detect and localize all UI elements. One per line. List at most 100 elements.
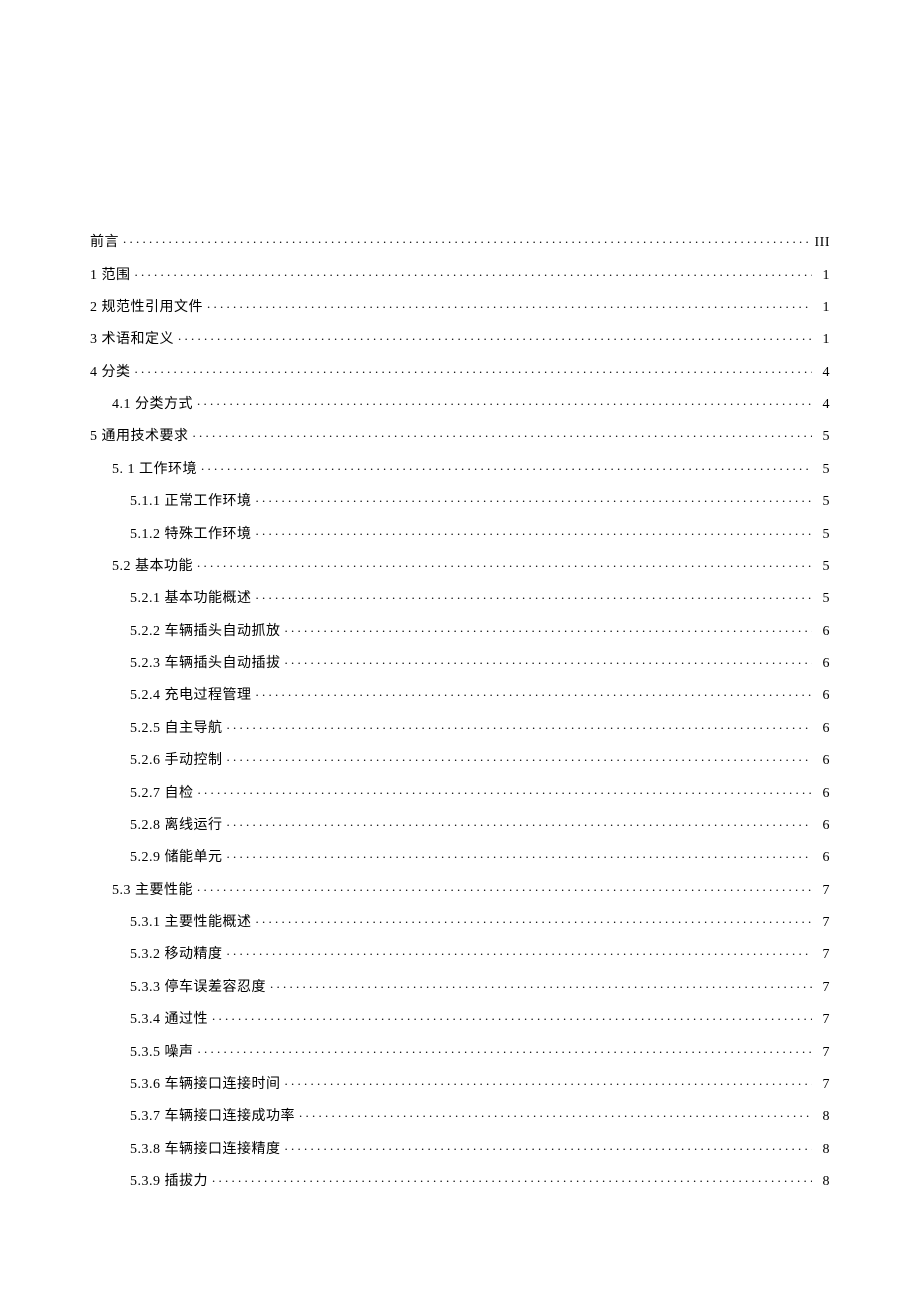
toc-entry-page: 1 bbox=[816, 301, 830, 315]
toc-entry: 5.3 主要性能 7 bbox=[90, 873, 830, 905]
toc-entry-page: 5 bbox=[816, 560, 830, 574]
toc-entry-title: 5.3 主要性能 bbox=[90, 884, 193, 898]
toc-entry: 5.3.1 主要性能概述 7 bbox=[90, 905, 830, 937]
toc-entry-title: 2 规范性引用文件 bbox=[90, 301, 203, 315]
toc-leader-dots bbox=[285, 1074, 813, 1088]
toc-leader-dots bbox=[123, 232, 811, 246]
toc-entry: 2 规范性引用文件 1 bbox=[90, 290, 830, 322]
toc-entry-title: 5.2.9 储能单元 bbox=[90, 851, 223, 865]
toc-entry-title: 5.1.2 特殊工作环境 bbox=[90, 528, 252, 542]
toc-entry-page: 8 bbox=[816, 1175, 830, 1189]
toc-entry: 4.1 分类方式 4 bbox=[90, 387, 830, 419]
toc-leader-dots bbox=[256, 524, 813, 538]
toc-leader-dots bbox=[285, 1139, 813, 1153]
toc-entry-page: 7 bbox=[816, 916, 830, 930]
toc-entry-page: 7 bbox=[816, 1046, 830, 1060]
toc-leader-dots bbox=[299, 1106, 812, 1120]
toc-entry-title: 5 通用技术要求 bbox=[90, 430, 189, 444]
toc-entry-title: 5.3.3 停车误差容忍度 bbox=[90, 981, 266, 995]
toc-entry-page: 5 bbox=[816, 592, 830, 606]
toc-entry: 3 术语和定义1 bbox=[90, 322, 830, 354]
toc-entry-page: 5 bbox=[816, 430, 830, 444]
toc-entry: 5.2.4 充电过程管理 6 bbox=[90, 678, 830, 710]
toc-entry-title: 5.2.3 车辆插头自动插拔 bbox=[90, 657, 281, 671]
toc-leader-dots bbox=[256, 685, 813, 699]
table-of-contents: 前言III1 范围12 规范性引用文件13 术语和定义14 分类44.1 分类方… bbox=[90, 225, 830, 1196]
toc-entry-title: 5.2.8 离线运行 bbox=[90, 819, 223, 833]
toc-leader-dots bbox=[201, 459, 812, 473]
toc-entry: 5.2.5 自主导航6 bbox=[90, 711, 830, 743]
toc-entry-page: III bbox=[815, 236, 831, 250]
toc-leader-dots bbox=[256, 912, 813, 926]
toc-leader-dots bbox=[212, 1009, 812, 1023]
toc-entry: 5.3.5 噪声 7 bbox=[90, 1034, 830, 1066]
toc-entry-page: 7 bbox=[816, 1013, 830, 1027]
toc-entry: 5.3.6 车辆接口连接时间 7 bbox=[90, 1067, 830, 1099]
toc-entry-title: 5.3.5 噪声 bbox=[90, 1046, 194, 1060]
toc-entry: 5.2.1 基本功能概述 5 bbox=[90, 581, 830, 613]
toc-entry-page: 6 bbox=[816, 689, 830, 703]
toc-entry-title: 5.3.4 通过性 bbox=[90, 1013, 208, 1027]
toc-entry-title: 5.1.1 正常工作环境 bbox=[90, 495, 252, 509]
toc-leader-dots bbox=[135, 265, 813, 279]
toc-entry-title: 5.2 基本功能 bbox=[90, 560, 193, 574]
toc-entry-title: 5.3.8 车辆接口连接精度 bbox=[90, 1143, 281, 1157]
toc-entry-page: 7 bbox=[816, 1078, 830, 1092]
toc-entry-page: 1 bbox=[816, 269, 830, 283]
toc-entry-title: 5.3.6 车辆接口连接时间 bbox=[90, 1078, 281, 1092]
toc-leader-dots bbox=[193, 426, 813, 440]
toc-leader-dots bbox=[198, 1042, 813, 1056]
toc-entry-title: 5.2.7 自检 bbox=[90, 787, 194, 801]
toc-entry-title: 5.3.2 移动精度 bbox=[90, 948, 223, 962]
toc-entry-page: 6 bbox=[816, 722, 830, 736]
toc-leader-dots bbox=[256, 491, 813, 505]
toc-entry: 5.2.3 车辆插头自动插拔6 bbox=[90, 646, 830, 678]
toc-entry-page: 5 bbox=[816, 528, 830, 542]
toc-entry: 5.1.2 特殊工作环境 5 bbox=[90, 516, 830, 548]
toc-leader-dots bbox=[227, 847, 813, 861]
toc-entry-page: 5 bbox=[816, 463, 830, 477]
toc-entry: 5.2 基本功能 5 bbox=[90, 549, 830, 581]
toc-entry-title: 5.2.2 车辆插头自动抓放 bbox=[90, 625, 281, 639]
toc-entry-page: 6 bbox=[816, 625, 830, 639]
toc-entry-page: 7 bbox=[816, 884, 830, 898]
toc-entry-title: 5.2.1 基本功能概述 bbox=[90, 592, 252, 606]
toc-entry-page: 7 bbox=[816, 981, 830, 995]
toc-entry-page: 8 bbox=[816, 1143, 830, 1157]
toc-entry-title: 5.2.4 充电过程管理 bbox=[90, 689, 252, 703]
toc-entry: 5.2.7 自检6 bbox=[90, 775, 830, 807]
toc-entry: 5.3.8 车辆接口连接精度 8 bbox=[90, 1132, 830, 1164]
toc-leader-dots bbox=[227, 718, 813, 732]
toc-entry: 5.2.8 离线运行 6 bbox=[90, 808, 830, 840]
toc-entry-page: 4 bbox=[816, 398, 830, 412]
toc-leader-dots bbox=[197, 556, 812, 570]
toc-entry: 5.2.2 车辆插头自动抓放 6 bbox=[90, 614, 830, 646]
toc-entry-title: 5. 1 工作环境 bbox=[90, 463, 197, 477]
page: 前言III1 范围12 规范性引用文件13 术语和定义14 分类44.1 分类方… bbox=[0, 0, 920, 1196]
toc-entry-page: 6 bbox=[816, 819, 830, 833]
toc-entry-title: 5.2.6 手动控制 bbox=[90, 754, 223, 768]
toc-entry: 5.3.9 插拔力8 bbox=[90, 1164, 830, 1196]
toc-entry: 前言III bbox=[90, 225, 830, 257]
toc-entry-title: 1 范围 bbox=[90, 269, 131, 283]
toc-leader-dots bbox=[270, 977, 812, 991]
toc-leader-dots bbox=[198, 783, 813, 797]
toc-leader-dots bbox=[285, 653, 813, 667]
toc-leader-dots bbox=[178, 329, 812, 343]
toc-entry: 5 通用技术要求 5 bbox=[90, 419, 830, 451]
toc-leader-dots bbox=[227, 815, 813, 829]
toc-entry-title: 4.1 分类方式 bbox=[90, 398, 193, 412]
toc-entry: 5.3.7 车辆接口连接成功率8 bbox=[90, 1099, 830, 1131]
toc-leader-dots bbox=[212, 1171, 812, 1185]
toc-entry: 5.1.1 正常工作环境5 bbox=[90, 484, 830, 516]
toc-leader-dots bbox=[227, 750, 813, 764]
toc-entry-title: 5.3.1 主要性能概述 bbox=[90, 916, 252, 930]
toc-leader-dots bbox=[197, 394, 812, 408]
toc-entry-page: 8 bbox=[816, 1110, 830, 1124]
toc-entry: 1 范围 1 bbox=[90, 257, 830, 289]
toc-entry-page: 4 bbox=[816, 366, 830, 380]
toc-leader-dots bbox=[197, 880, 812, 894]
toc-entry: 5.3.3 停车误差容忍度 7 bbox=[90, 970, 830, 1002]
toc-entry: 5.2.6 手动控制6 bbox=[90, 743, 830, 775]
toc-leader-dots bbox=[207, 297, 812, 311]
